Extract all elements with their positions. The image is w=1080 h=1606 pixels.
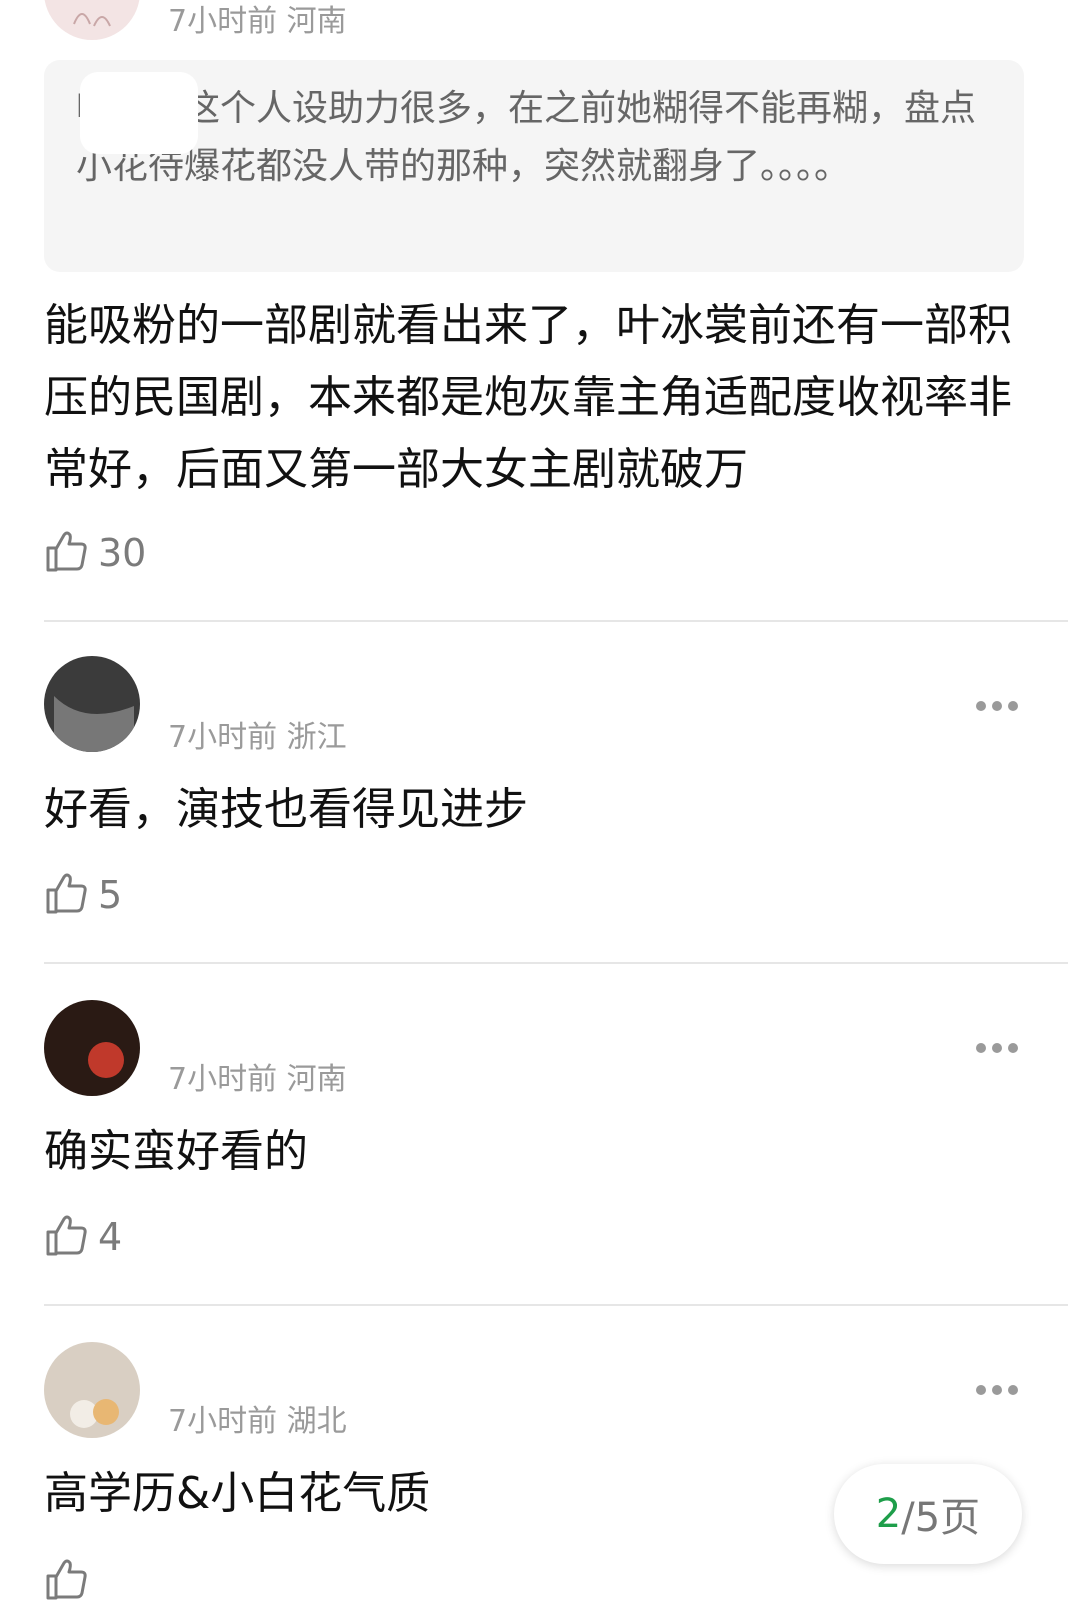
- avatar-image: [54, 696, 134, 752]
- username-clipped: [166, 692, 336, 706]
- thumbs-up-icon: [44, 1556, 90, 1606]
- divider: [44, 1304, 1068, 1306]
- divider: [44, 620, 1068, 622]
- avatar[interactable]: [44, 1342, 140, 1438]
- avatar[interactable]: [44, 0, 140, 40]
- more-dots-icon[interactable]: [976, 701, 1018, 711]
- like-button[interactable]: 5: [44, 870, 122, 920]
- thumbs-up-icon: [44, 1212, 90, 1262]
- like-button[interactable]: 30: [44, 528, 146, 578]
- thumbs-up-icon: [44, 870, 90, 920]
- avatar-image: [88, 1042, 124, 1078]
- more-dots-icon[interactable]: [976, 1043, 1018, 1053]
- more-dots-icon[interactable]: [976, 1385, 1018, 1395]
- like-count: 5: [98, 873, 123, 917]
- comment-text: 好看，演技也看得见进步: [44, 784, 528, 835]
- page-indicator[interactable]: 2 /5页: [834, 1464, 1022, 1564]
- comment-meta: 7小时前 浙江: [168, 720, 347, 755]
- current-page: 2: [875, 1491, 902, 1537]
- divider: [44, 962, 1068, 964]
- comment-meta: 7小时前 湖北: [168, 1404, 347, 1439]
- comment-meta: 7小时前 河南: [168, 4, 347, 39]
- like-button[interactable]: 4: [44, 1212, 122, 1262]
- avatar[interactable]: [44, 656, 140, 752]
- avatar[interactable]: [44, 1000, 140, 1096]
- total-pages: /5页: [901, 1495, 981, 1541]
- comment-text: 确实蛮好看的: [44, 1126, 308, 1177]
- comment-meta: 7小时前 河南: [168, 1062, 347, 1097]
- like-count: 30: [98, 531, 147, 575]
- redaction-mask: [80, 72, 198, 154]
- comment-text: 能吸粉的一部剧就看出来了，叶冰裳前还有一部积压的民国剧，本来都是炮灰靠主角适配度…: [44, 300, 1012, 495]
- like-button[interactable]: [44, 1556, 98, 1606]
- like-count: 4: [98, 1215, 123, 1259]
- avatar-image: [70, 1399, 119, 1428]
- thumbs-up-icon: [44, 528, 90, 578]
- quoted-reply-text: 叶冰裳这个人设助力很多，在之前她糊得不能再糊，盘点小花待爆花都没人带的那种，突然…: [76, 88, 977, 187]
- avatar-image: [73, 13, 111, 27]
